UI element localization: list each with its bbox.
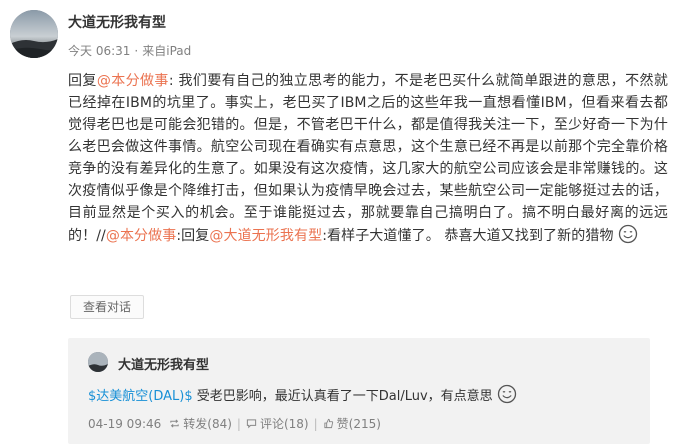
post-time[interactable]: 今天 06:31 xyxy=(68,44,130,58)
retweeted-post: 大道无形我有型 $达美航空(DAL)$ 受老巴影响，最近认真看了一下Dal/Lu… xyxy=(68,338,650,444)
footer-divider: | xyxy=(236,417,241,431)
body-segment: : 我们要有自己的独立思考的能力，不是老巴买什么就简单跟进的意思，不然就已经掉在… xyxy=(68,73,669,244)
reply-prefix: 回复 xyxy=(68,73,97,89)
body-segment: :看样子大道懂了。 恭喜大道又找到了新的猎物 xyxy=(322,228,614,244)
like-label: 赞(215) xyxy=(336,417,381,431)
stock-topic-link[interactable]: $达美航空(DAL)$ xyxy=(88,389,193,404)
timeline-post: 大道无形我有型 今天 06:31 · 来自iPad 回复@本分做事: 我们要有自己的… xyxy=(0,0,675,444)
meta-separator: · xyxy=(134,44,139,58)
footer-divider: | xyxy=(313,417,318,431)
retweet-author-name[interactable]: 大道无形我有型 xyxy=(118,354,209,373)
retweet-time[interactable]: 04-19 09:46 xyxy=(88,417,161,431)
comment-button[interactable]: 评论(18) xyxy=(246,416,309,432)
avatar-photo-icon xyxy=(88,352,108,372)
repost-button[interactable]: 转发(84) xyxy=(169,416,232,432)
repost-label: 转发(84) xyxy=(183,417,232,431)
avatar-photo-icon xyxy=(10,10,58,58)
retweet-body: 受老巴影响，最近认真看了一下Dal/Luv，有点意思 xyxy=(192,389,493,404)
mention-link[interactable]: @本分做事 xyxy=(97,73,169,89)
like-icon xyxy=(323,418,334,429)
body-segment: :回复 xyxy=(176,228,210,244)
retweet-text: $达美航空(DAL)$ 受老巴影响，最近认真看了一下Dal/Luv，有点意思 xyxy=(88,384,648,407)
comment-icon xyxy=(246,418,257,429)
comment-label: 评论(18) xyxy=(259,417,309,431)
view-conversation-button[interactable]: 查看对话 xyxy=(70,295,144,319)
smile-emoji-icon xyxy=(618,224,638,244)
mention-link[interactable]: @本分做事 xyxy=(106,228,177,244)
post-source: 来自iPad xyxy=(142,44,192,58)
author-name[interactable]: 大道无形我有型 xyxy=(68,12,166,32)
mention-link[interactable]: @大道无形我有型 xyxy=(209,228,322,244)
post-meta: 今天 06:31 · 来自iPad xyxy=(68,42,191,59)
post-body: 回复@本分做事: 我们要有自己的独立思考的能力，不是老巴买什么就简单跟进的意思，… xyxy=(68,70,668,247)
retweet-footer: 04-19 09:46 转发(84) | 评论(18) | 赞(215) xyxy=(88,416,381,432)
author-avatar[interactable] xyxy=(10,10,58,58)
retweet-author-avatar[interactable] xyxy=(88,352,108,372)
like-button[interactable]: 赞(215) xyxy=(323,416,381,432)
smile-emoji-icon xyxy=(497,384,517,404)
repost-icon xyxy=(169,418,180,429)
